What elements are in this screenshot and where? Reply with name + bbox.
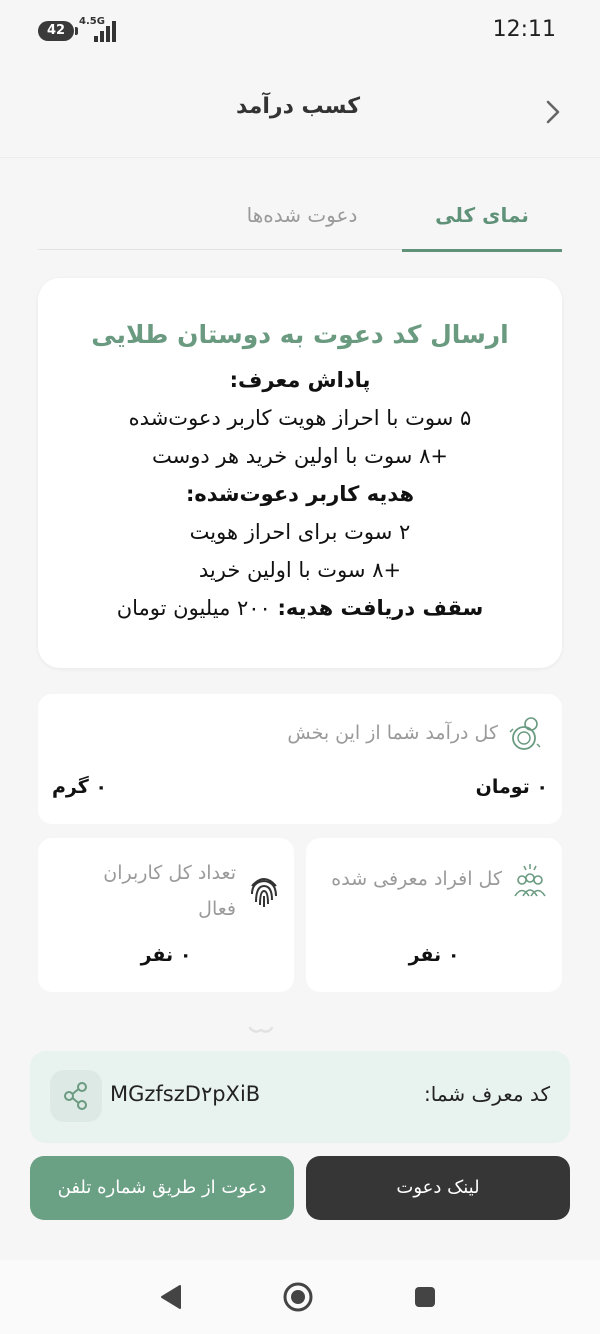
invitee-gift-line: +۸ سوت با اولین خرید: [198, 558, 402, 582]
gift-cap-line: سقف دریافت هدیه: ۲۰۰ میلیون تومان: [38, 596, 562, 620]
invite-card-title: ارسال کد دعوت به دوستان طلایی: [91, 320, 509, 349]
referral-code-value[interactable]: MGzfszD۲pXiB: [110, 1082, 260, 1106]
referrer-reward-line: +۸ سوت با اولین خرید هر دوست: [152, 444, 448, 468]
active-users-label-line1: تعداد کل کاربران: [103, 862, 236, 884]
tab-invited[interactable]: دعوت شده‌ها: [202, 188, 402, 250]
referred-people-label: کل افراد معرفی شده: [331, 868, 502, 890]
referrer-reward-line: ۵ سوت با احراز هویت کاربر دعوت‌شده: [128, 406, 472, 430]
invitee-gift-line: ۲ سوت برای احراز هویت: [189, 520, 411, 544]
app-header: کسب درآمد: [0, 64, 600, 158]
system-nav-bar: [0, 1260, 600, 1334]
page-title: کسب درآمد: [236, 94, 360, 119]
battery-indicator: 42: [38, 21, 78, 41]
total-income-gram: ۰ گرم: [52, 776, 108, 798]
invite-info-card: ارسال کد دعوت به دوستان طلایی پاداش معرف…: [38, 278, 562, 668]
invite-link-button[interactable]: لینک دعوت: [306, 1156, 570, 1220]
active-users-card: تعداد کل کاربران فعال ۰ نفر: [38, 838, 294, 992]
home-circle-icon: [283, 1282, 313, 1312]
share-icon: [64, 1082, 87, 1110]
tab-bar: نمای کلی دعوت شده‌ها: [38, 188, 562, 252]
referral-code-label: کد معرف شما:: [423, 1082, 550, 1106]
nav-home-button[interactable]: [281, 1280, 315, 1314]
chevron-down-icon: [248, 1026, 274, 1033]
chevron-right-icon: [546, 100, 560, 124]
total-income-toman: ۰ تومان: [475, 776, 548, 798]
coin-stack-icon: [509, 717, 541, 750]
tab-overview[interactable]: نمای کلی: [402, 188, 562, 252]
gift-cap-label: سقف دریافت هدیه:: [277, 596, 484, 620]
referred-people-value: ۰ نفر: [408, 944, 460, 966]
total-income-label: کل درآمد شما از این بخش: [287, 722, 498, 744]
triangle-back-icon: [161, 1285, 181, 1309]
referred-people-card: کل افراد معرفی شده ۰ نفر: [306, 838, 562, 992]
status-bar: 42 4.5G 12:11: [0, 0, 600, 64]
signal-icon: [94, 20, 120, 42]
gift-cap-value: ۲۰۰ میلیون تومان: [116, 596, 278, 620]
back-button[interactable]: [536, 94, 572, 130]
invitee-gift-heading: هدیه کاربر دعوت‌شده:: [185, 482, 415, 506]
referrer-reward-heading: پاداش معرف:: [229, 368, 371, 392]
fingerprint-icon: [251, 878, 277, 907]
referral-code-box: کد معرف شما: MGzfszD۲pXiB: [30, 1051, 570, 1143]
share-button[interactable]: [50, 1070, 102, 1122]
total-income-card: کل درآمد شما از این بخش ۰ تومان ۰ گرم: [38, 694, 562, 824]
active-users-label-line2: فعال: [198, 898, 236, 920]
nav-back-button[interactable]: [154, 1280, 188, 1314]
active-users-value: ۰ نفر: [140, 944, 192, 966]
people-group-icon: [514, 864, 546, 897]
nav-recents-button[interactable]: [408, 1280, 442, 1314]
invite-by-phone-button[interactable]: دعوت از طریق شماره تلفن: [30, 1156, 294, 1220]
square-recents-icon: [415, 1287, 435, 1307]
clock: 12:11: [492, 17, 556, 42]
